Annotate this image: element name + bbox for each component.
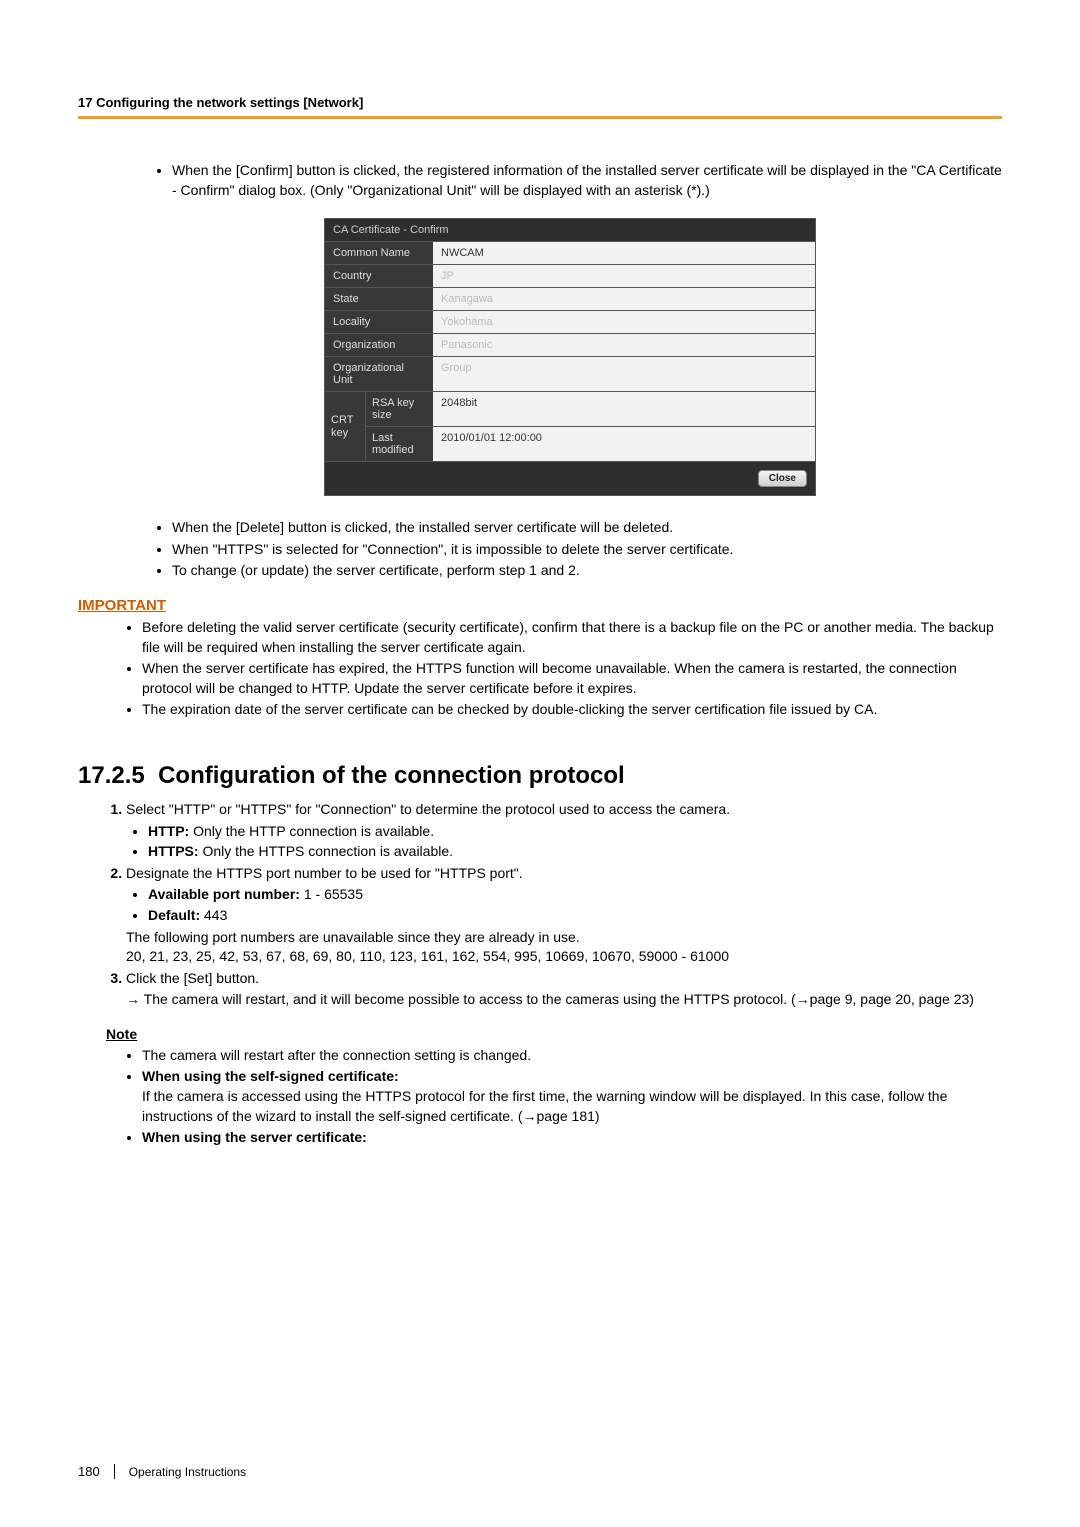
step-2-unavail2: 20, 21, 23, 25, 42, 53, 67, 68, 69, 80, … (126, 948, 729, 964)
row-organization: Organization Panasonic (325, 333, 815, 356)
section-number: 17.2.5 (78, 762, 145, 789)
step-2-port: Available port number: 1 - 65535 (148, 885, 1002, 905)
row-common-name: Common Name NWCAM (325, 241, 815, 264)
note-bullets: The camera will restart after the connec… (108, 1046, 1002, 1148)
step-2-unavail1: The following port numbers are unavailab… (126, 929, 580, 945)
important-heading: IMPORTANT (78, 597, 1002, 614)
intro-bullet: When the [Confirm] button is clicked, th… (172, 161, 1002, 200)
value-organization: Panasonic (433, 334, 815, 356)
step-3-text: Click the [Set] button. (126, 970, 259, 986)
step-2: Designate the HTTPS port number to be us… (126, 864, 1002, 967)
label-crt-key: CRT key (325, 392, 365, 461)
note-heading: Note (106, 1026, 1002, 1042)
ca-confirm-dialog: CA Certificate - Confirm Common Name NWC… (324, 218, 816, 496)
steps-list: Select "HTTP" or "HTTPS" for "Connection… (78, 800, 1002, 1010)
row-org-unit: Organizational Unit Group (325, 356, 815, 391)
row-country: Country JP (325, 264, 815, 287)
label-locality: Locality (325, 311, 433, 333)
important-bullet: When the server certificate has expired,… (142, 659, 1002, 698)
label-rsa-size: RSA key size (365, 392, 433, 426)
value-locality: Yokohama (433, 311, 815, 333)
note-bullet-self-signed: When using the self-signed certificate: … (142, 1067, 1002, 1126)
row-crt-key: CRT key RSA key size 2048bit Last modifi… (325, 391, 815, 461)
step-1-https: HTTPS: Only the HTTPS connection is avai… (148, 842, 1002, 862)
important-bullet: The expiration date of the server certif… (142, 700, 1002, 720)
step-1-http: HTTP: Only the HTTP connection is availa… (148, 822, 1002, 842)
row-locality: Locality Yokohama (325, 310, 815, 333)
page-header: 17 Configuring the network settings [Net… (78, 95, 1002, 119)
step-3-arrow: → The camera will restart, and it will b… (126, 990, 1002, 1010)
step-3: Click the [Set] button. → The camera wil… (126, 969, 1002, 1010)
label-organization: Organization (325, 334, 433, 356)
value-org-unit: Group (433, 357, 815, 391)
value-state: Kanagawa (433, 288, 815, 310)
row-state: State Kanagawa (325, 287, 815, 310)
footer-label: Operating Instructions (129, 1465, 246, 1479)
label-last-modified: Last modified (365, 427, 433, 461)
dialog-title: CA Certificate - Confirm (325, 219, 815, 241)
page-footer: 180 Operating Instructions (78, 1464, 246, 1479)
step-1: Select "HTTP" or "HTTPS" for "Connection… (126, 800, 1002, 862)
label-org-unit: Organizational Unit (325, 357, 433, 391)
label-state: State (325, 288, 433, 310)
post-bullet: When "HTTPS" is selected for "Connection… (172, 540, 1002, 560)
dialog-footer: Close (325, 461, 815, 495)
note-bullet-server-cert: When using the server certificate: (142, 1128, 1002, 1148)
label-common-name: Common Name (325, 242, 433, 264)
note-bullet: The camera will restart after the connec… (142, 1046, 1002, 1066)
page-number: 180 (78, 1464, 115, 1479)
intro-bullets: When the [Confirm] button is clicked, th… (138, 161, 1002, 200)
post-dialog-bullets: When the [Delete] button is clicked, the… (138, 518, 1002, 581)
section-heading: 17.2.5 Configuration of the connection p… (78, 762, 1002, 790)
important-bullets: Before deleting the valid server certifi… (108, 618, 1002, 720)
step-1-text: Select "HTTP" or "HTTPS" for "Connection… (126, 801, 730, 817)
post-bullet: To change (or update) the server certifi… (172, 561, 1002, 581)
label-country: Country (325, 265, 433, 287)
value-common-name: NWCAM (433, 242, 815, 264)
section-title: Configuration of the connection protocol (158, 762, 625, 789)
value-country: JP (433, 265, 815, 287)
value-rsa-size: 2048bit (433, 392, 815, 426)
post-bullet: When the [Delete] button is clicked, the… (172, 518, 1002, 538)
step-2-default: Default: 443 (148, 906, 1002, 926)
important-bullet: Before deleting the valid server certifi… (142, 618, 1002, 657)
value-last-modified: 2010/01/01 12:00:00 (433, 427, 815, 461)
step-2-text: Designate the HTTPS port number to be us… (126, 865, 523, 881)
close-button[interactable]: Close (758, 470, 807, 487)
